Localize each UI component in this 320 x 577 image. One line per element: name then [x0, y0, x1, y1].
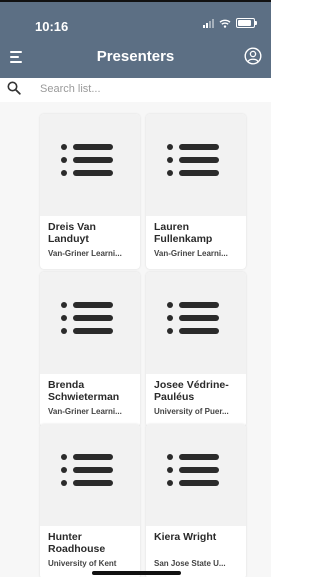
presenter-thumbnail	[40, 424, 140, 526]
app-header: 10:16 Presenters	[0, 2, 271, 78]
presenter-thumbnail	[146, 272, 246, 374]
presenter-thumbnail	[40, 272, 140, 374]
presenter-thumbnail	[146, 424, 246, 526]
status-icons	[203, 18, 257, 28]
list-icon	[61, 454, 113, 486]
presenter-organization: Van-Griner Learni...	[154, 249, 228, 258]
presenter-card[interactable]: Dreis Van Landuyt Van-Griner Learni...	[40, 114, 140, 269]
presenter-grid: Dreis Van Landuyt Van-Griner Learni... L…	[0, 102, 271, 577]
list-icon	[167, 144, 219, 176]
battery-icon	[236, 18, 257, 28]
presenter-card[interactable]: Josee Védrine-Pauléus University of Puer…	[146, 272, 246, 427]
list-icon	[61, 302, 113, 334]
list-icon	[167, 302, 219, 334]
status-bar: 10:16	[0, 2, 271, 36]
presenter-card[interactable]: Kiera Wright San Jose State U...	[146, 424, 246, 577]
presenter-organization: Van-Griner Learni...	[48, 407, 122, 416]
presenter-organization: San Jose State U...	[154, 559, 226, 568]
search-icon	[7, 81, 21, 95]
presenter-name: Hunter Roadhouse	[48, 531, 106, 555]
list-icon	[167, 454, 219, 486]
wifi-icon	[219, 19, 231, 28]
presenter-card[interactable]: Brenda Schwieterman Van-Griner Learni...	[40, 272, 140, 427]
search-bar	[0, 78, 271, 102]
nav-bar: Presenters	[0, 40, 271, 74]
presenter-card[interactable]: Hunter Roadhouse University of Kent	[40, 424, 140, 577]
search-input[interactable]	[40, 81, 240, 97]
presenter-organization: University of Puer...	[154, 407, 229, 416]
presenter-name: Dreis Van Landuyt	[48, 221, 96, 245]
presenter-name: Brenda Schwieterman	[48, 379, 120, 403]
app-screen: 10:16 Presenters Search list... Dreis Va…	[0, 0, 271, 577]
signal-icon	[203, 18, 214, 28]
home-indicator[interactable]	[92, 571, 181, 575]
presenter-organization: University of Kent	[48, 559, 117, 568]
status-time: 10:16	[35, 19, 69, 34]
presenter-thumbnail	[40, 114, 140, 216]
page-title: Presenters	[96, 48, 175, 65]
list-icon	[61, 144, 113, 176]
presenter-name: Kiera Wright	[154, 531, 217, 543]
presenter-name: Josee Védrine-Pauléus	[154, 379, 229, 403]
presenter-name: Lauren Fullenkamp	[154, 221, 213, 245]
presenter-card[interactable]: Lauren Fullenkamp Van-Griner Learni...	[146, 114, 246, 269]
presenter-thumbnail	[146, 114, 246, 216]
presenter-organization: Van-Griner Learni...	[48, 249, 122, 258]
account-icon[interactable]	[244, 47, 262, 65]
